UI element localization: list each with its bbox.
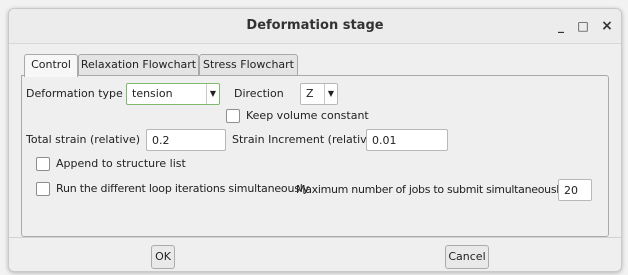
footer-divider (9, 237, 621, 238)
tab-stress-flowchart[interactable]: Stress Flowchart (199, 54, 298, 75)
title-bar: Deformation stage _ □ × (9, 9, 621, 44)
deformation-type-value: tension (132, 87, 173, 100)
strain-increment-input[interactable]: 0.01 (366, 129, 448, 151)
tab-relaxation-flowchart[interactable]: Relaxation Flowchart (78, 54, 199, 75)
run-loop-label: Run the different loop iterations simult… (56, 182, 309, 195)
close-icon[interactable]: × (599, 18, 615, 34)
maximize-icon[interactable]: □ (575, 18, 591, 34)
deformation-type-label: Deformation type (26, 87, 123, 100)
minimize-icon[interactable]: _ (553, 18, 569, 34)
strain-increment-label: Strain Increment (relative) (232, 133, 378, 146)
append-label: Append to structure list (56, 157, 186, 170)
run-loop-checkbox[interactable] (36, 182, 50, 196)
chevron-down-icon: ▼ (324, 84, 337, 104)
direction-label: Direction (234, 87, 284, 100)
keep-volume-checkbox[interactable] (226, 109, 240, 123)
tab-control[interactable]: Control (24, 54, 78, 77)
control-panel: Deformation type tension ▼ Direction Z ▼… (21, 75, 609, 237)
max-jobs-label: Maximum number of jobs to submit simulta… (296, 183, 566, 196)
total-strain-input[interactable]: 0.2 (146, 129, 226, 151)
max-jobs-input[interactable]: 20 (558, 179, 592, 201)
deformation-type-select[interactable]: tension ▼ (126, 83, 220, 105)
direction-value: Z (306, 87, 314, 100)
total-strain-label: Total strain (relative) (26, 133, 141, 146)
dialog-window: Deformation stage _ □ × Control Relaxati… (8, 8, 622, 272)
direction-select[interactable]: Z ▼ (300, 83, 338, 105)
keep-volume-label: Keep volume constant (246, 109, 369, 122)
ok-button[interactable]: OK (151, 245, 175, 269)
append-checkbox[interactable] (36, 157, 50, 171)
cancel-button[interactable]: Cancel (445, 245, 489, 269)
chevron-down-icon: ▼ (206, 84, 219, 104)
window-title: Deformation stage (246, 18, 384, 33)
dialog-content: Control Relaxation Flowchart Stress Flow… (21, 54, 609, 237)
